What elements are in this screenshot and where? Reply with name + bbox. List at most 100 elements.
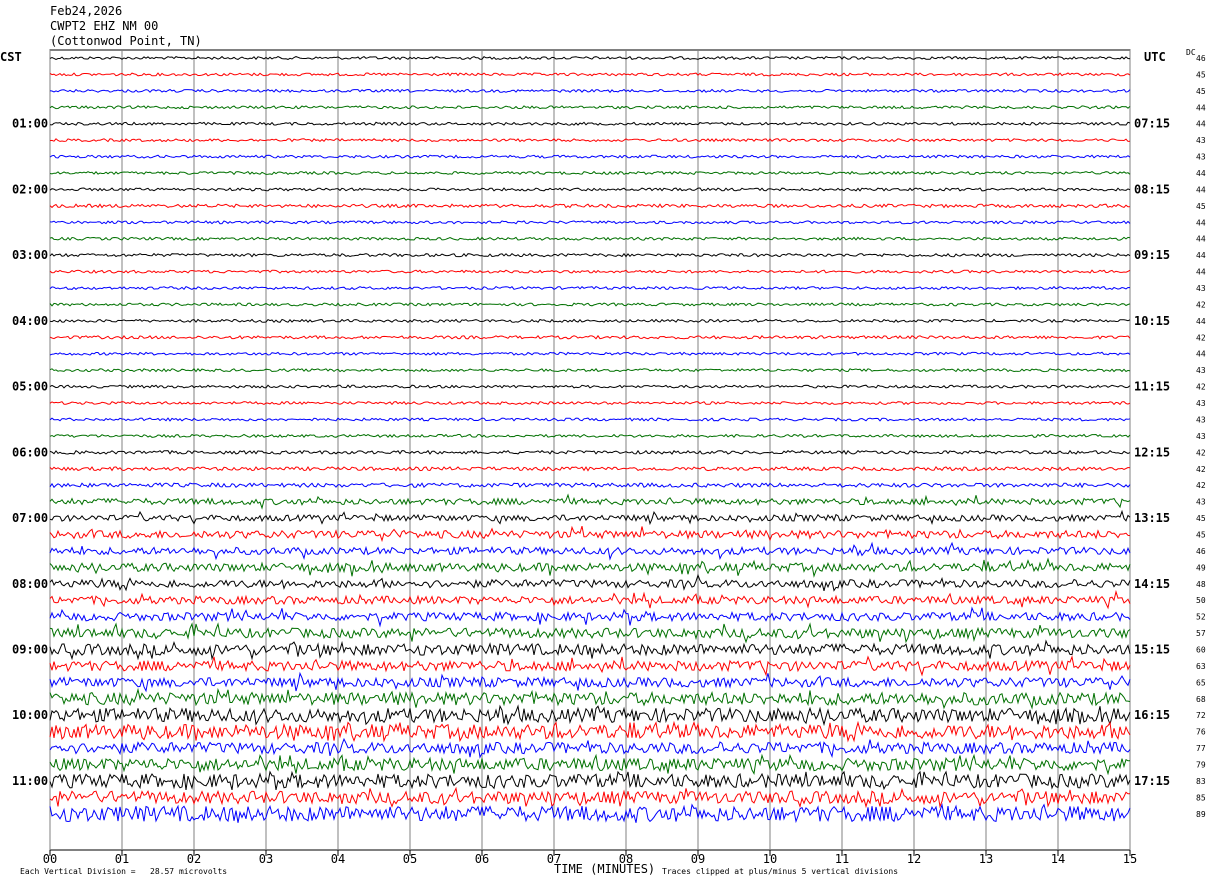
left-hour-label: 09:00 — [12, 642, 48, 656]
dc-offset-label: 43 — [1196, 498, 1206, 507]
dc-offset-label: 44 — [1196, 251, 1206, 260]
left-hour-label: 04:00 — [12, 314, 48, 328]
dc-offset-label: 83 — [1196, 777, 1206, 786]
x-tick-label: 05 — [403, 852, 417, 866]
left-hour-label: 03:00 — [12, 248, 48, 262]
seismic-trace — [49, 753, 1131, 776]
dc-offset-label: 44 — [1196, 120, 1206, 129]
helicorder-plot: 00 01 02 03 04 05 06 07 08 09 10 11 12 13 14 1546454544… — [12, 49, 1206, 866]
seismic-trace — [49, 433, 1131, 439]
right-hour-label: 17:15 — [1134, 774, 1170, 788]
seismic-trace — [49, 589, 1131, 610]
seismic-trace — [49, 72, 1131, 77]
left-hour-label: 10:00 — [12, 708, 48, 722]
seismic-trace — [49, 400, 1131, 406]
dc-offset-label: 49 — [1196, 563, 1206, 572]
dc-offset-label: 65 — [1196, 678, 1206, 687]
seismic-trace — [49, 639, 1131, 661]
seismic-trace — [49, 573, 1131, 592]
left-hour-label: 01:00 — [12, 117, 48, 131]
dc-offset-label: 63 — [1196, 662, 1206, 671]
x-tick-label: 09 — [691, 852, 705, 866]
right-hour-label: 15:15 — [1134, 642, 1170, 656]
dc-offset-label: 43 — [1196, 415, 1206, 424]
seismic-trace — [49, 557, 1131, 578]
dc-offset-label: 43 — [1196, 399, 1206, 408]
x-tick-label: 06 — [475, 852, 489, 866]
dc-offset-label: 44 — [1196, 185, 1206, 194]
seismic-trace — [49, 622, 1131, 644]
dc-offset-label: 85 — [1196, 793, 1206, 802]
dc-offset-label: 44 — [1196, 169, 1206, 178]
seismic-trace — [49, 541, 1131, 561]
right-hour-label: 13:15 — [1134, 511, 1170, 525]
seismic-trace — [49, 449, 1131, 455]
dc-offset-label: 42 — [1196, 465, 1206, 474]
dc-offset-label: 76 — [1196, 728, 1206, 737]
seismic-trace — [49, 187, 1131, 192]
dc-offset-label: 89 — [1196, 810, 1206, 819]
x-tick-label: 02 — [187, 852, 201, 866]
dc-offset-label: 45 — [1196, 70, 1206, 79]
right-hour-label: 12:15 — [1134, 445, 1170, 459]
dc-offset-label: 44 — [1196, 218, 1206, 227]
dc-offset-label: 60 — [1196, 645, 1206, 654]
right-hour-label: 09:15 — [1134, 248, 1170, 262]
seismic-trace — [49, 220, 1131, 225]
seismic-trace — [49, 417, 1131, 422]
seismic-trace — [49, 121, 1131, 126]
dc-offset-label: 46 — [1196, 54, 1206, 63]
x-tick-label: 04 — [331, 852, 345, 866]
left-hour-label: 02:00 — [12, 182, 48, 196]
right-hour-label: 14:15 — [1134, 577, 1170, 591]
seismic-trace — [49, 786, 1131, 809]
seismic-trace — [49, 368, 1131, 373]
dc-offset-label: 43 — [1196, 136, 1206, 145]
dc-offset-label: 43 — [1196, 432, 1206, 441]
seismic-trace — [49, 525, 1131, 543]
dc-offset-label: 44 — [1196, 268, 1206, 277]
x-tick-label: 13 — [979, 852, 993, 866]
dc-offset-label: 57 — [1196, 629, 1206, 638]
seismic-trace — [49, 334, 1131, 340]
dc-offset-label: 48 — [1196, 580, 1206, 589]
dc-offset-label: 79 — [1196, 760, 1206, 769]
x-tick-label: 10 — [763, 852, 777, 866]
dc-offset-label: 77 — [1196, 744, 1206, 753]
right-hour-label: 07:15 — [1134, 117, 1170, 131]
dc-offset-label: 44 — [1196, 235, 1206, 244]
seismic-trace — [49, 720, 1131, 743]
dc-offset-label: 72 — [1196, 711, 1206, 720]
right-hour-label: 11:15 — [1134, 380, 1170, 394]
left-hour-label: 08:00 — [12, 577, 48, 591]
dc-offset-label: 46 — [1196, 547, 1206, 556]
dc-offset-label: 45 — [1196, 514, 1206, 523]
seismic-trace — [49, 737, 1131, 759]
dc-offset-label: 44 — [1196, 103, 1206, 112]
left-hour-label: 06:00 — [12, 445, 48, 459]
seismic-trace — [49, 285, 1131, 291]
seismic-trace — [49, 55, 1131, 61]
seismic-trace — [49, 170, 1131, 176]
seismic-trace — [49, 88, 1131, 94]
clip-note: Traces clipped at plus/minus 5 vertical … — [662, 867, 899, 876]
right-hour-label: 10:15 — [1134, 314, 1170, 328]
dc-offset-label: 50 — [1196, 596, 1206, 605]
dc-offset-label: 44 — [1196, 317, 1206, 326]
scale-note: Each Vertical Division = 28.57 microvolt… — [20, 867, 228, 876]
seismic-trace — [49, 687, 1131, 710]
dc-offset-label: 43 — [1196, 284, 1206, 293]
right-hour-label: 08:15 — [1134, 182, 1170, 196]
dc-offset-label: 42 — [1196, 383, 1206, 392]
dc-offset-label: 45 — [1196, 87, 1206, 96]
x-tick-label: 15 — [1123, 852, 1137, 866]
seismic-trace — [49, 493, 1131, 510]
seismic-trace — [49, 318, 1131, 323]
seismic-trace — [49, 704, 1131, 727]
dc-offset-label: 43 — [1196, 153, 1206, 162]
x-tick-label: 11 — [835, 852, 849, 866]
seismic-trace — [49, 203, 1131, 209]
seismic-trace — [49, 466, 1131, 472]
seismic-trace — [49, 384, 1131, 389]
x-tick-label: 00 — [43, 852, 57, 866]
